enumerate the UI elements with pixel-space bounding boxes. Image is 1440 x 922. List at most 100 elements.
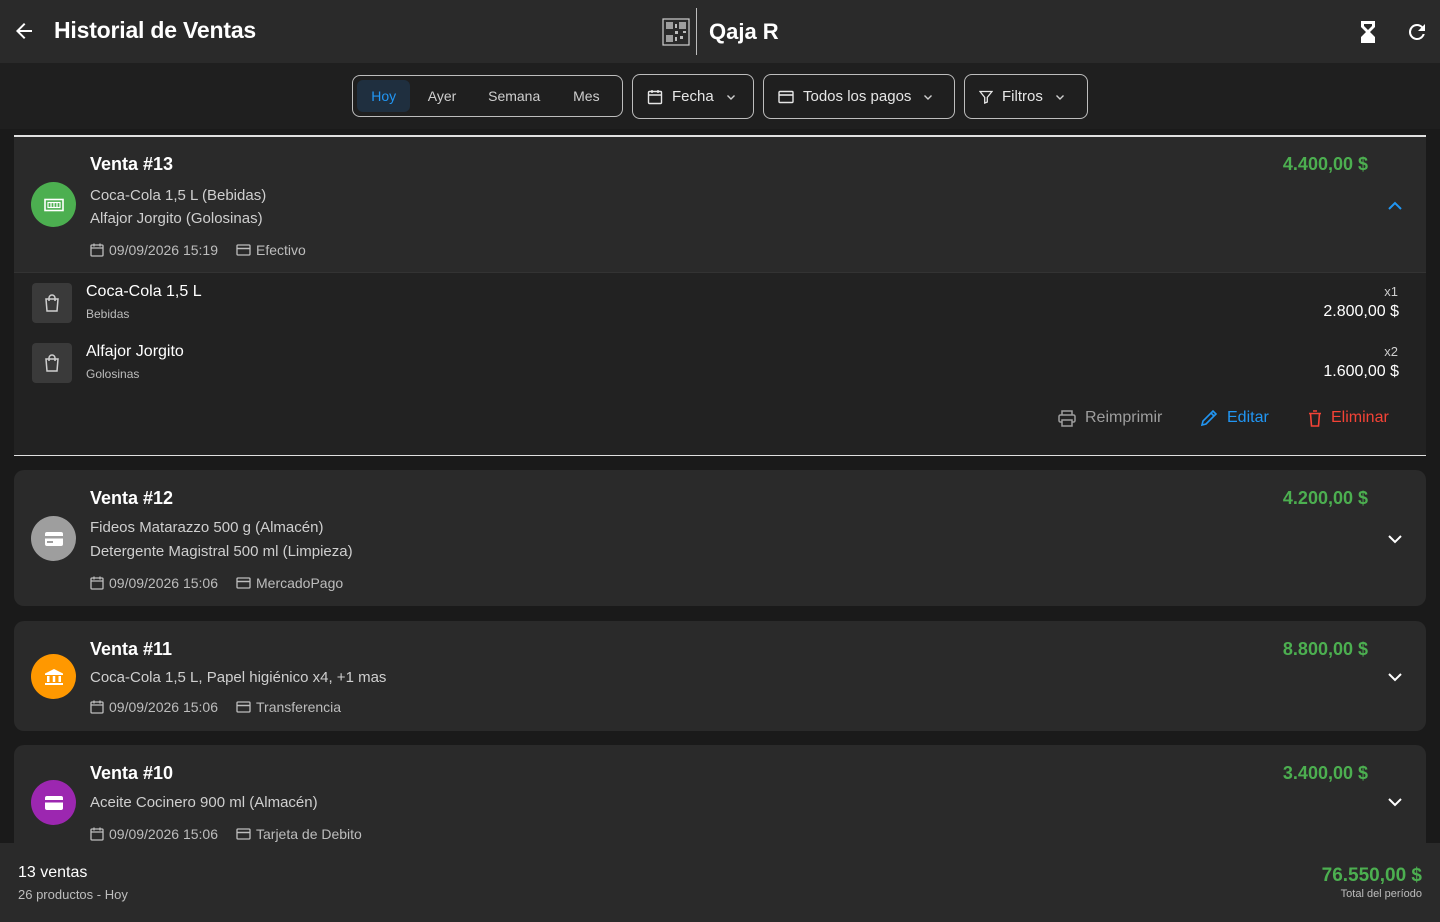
payment-avatar	[31, 780, 76, 825]
sale-meta: 09/09/2026 15:19 Efectivo	[90, 242, 306, 258]
item-quantity: x1	[1384, 284, 1398, 299]
sale-payment-method: MercadoPago	[256, 575, 344, 591]
sale-datetime: 09/09/2026 15:06	[109, 699, 218, 715]
expand-button[interactable]	[1382, 789, 1408, 815]
page-title: Historial de Ventas	[54, 17, 256, 43]
item-category: Golosinas	[86, 367, 140, 381]
card-icon	[236, 244, 251, 256]
sale-title: Venta #10	[90, 763, 174, 783]
payments-filter-label: Todos los pagos	[803, 88, 912, 105]
chevron-down-icon	[1388, 535, 1402, 544]
sale-item-line: Fideos Matarazzo 500 g (Almacén)	[90, 519, 324, 536]
filters-label: Filtros	[1002, 88, 1043, 105]
item-price: 2.800,00 $	[1323, 303, 1399, 320]
trash-icon	[1309, 409, 1321, 427]
sale-total: 4.200,00 $	[1282, 488, 1368, 508]
calendar-icon	[90, 243, 104, 257]
card-icon	[44, 531, 63, 546]
item-price: 1.600,00 $	[1323, 363, 1399, 380]
chevron-up-icon	[1388, 201, 1402, 210]
pencil-icon	[1200, 409, 1218, 427]
summary-bar: 13 ventas 26 productos - Hoy 76.550,00 $…	[0, 843, 1440, 922]
arrow-left-icon	[16, 23, 32, 39]
sale-item-line: Aceite Cocinero 900 ml (Almacén)	[90, 794, 318, 811]
card-icon	[236, 701, 251, 713]
refresh-icon	[1408, 23, 1425, 40]
sale-card[interactable]: Venta #11 Coca-Cola 1,5 L, Papel higiéni…	[14, 621, 1426, 731]
sale-meta: 09/09/2026 15:06 Transferencia	[90, 699, 341, 715]
sale-item-line: Coca-Cola 1,5 L (Bebidas)	[90, 187, 267, 204]
brand-divider	[696, 8, 697, 55]
sale-title: Venta #13	[90, 154, 174, 174]
period-selector: Hoy Ayer Semana Mes	[352, 75, 623, 117]
calendar-icon	[647, 89, 663, 104]
list-item: Alfajor Jorgito Golosinas x2 1.600,00 $	[14, 339, 1426, 389]
sales-count: 13 ventas	[18, 864, 88, 881]
payments-filter-button[interactable]: Todos los pagos	[763, 74, 955, 119]
funnel-icon	[979, 90, 993, 104]
refresh-button[interactable]	[1401, 16, 1433, 48]
credit-card-icon	[44, 795, 63, 810]
date-filter-button[interactable]: Fecha	[632, 74, 754, 119]
brand: Qaja R	[662, 8, 779, 55]
card-icon	[236, 828, 251, 840]
period-month[interactable]: Mes	[555, 80, 618, 112]
back-button[interactable]	[8, 15, 40, 47]
sale-item-line: Alfajor Jorgito (Golosinas)	[90, 210, 263, 227]
expand-button[interactable]	[1382, 664, 1408, 690]
calendar-icon	[90, 700, 104, 714]
shopping-bag-icon	[45, 354, 59, 372]
chevron-down-icon	[1388, 798, 1402, 807]
chevron-down-icon	[1388, 673, 1402, 682]
hourglass-icon	[1361, 21, 1375, 43]
card-icon	[778, 90, 794, 103]
list-item: Coca-Cola 1,5 L Bebidas x1 2.800,00 $	[14, 279, 1426, 329]
sale-payment-method: Transferencia	[256, 699, 342, 715]
sale-card[interactable]: Venta #13 Coca-Cola 1,5 L (Bebidas) Alfa…	[14, 135, 1426, 456]
edit-button[interactable]: Editar	[1200, 409, 1269, 427]
chevron-down-icon	[924, 94, 933, 100]
sale-datetime: 09/09/2026 15:06	[109, 575, 218, 591]
reprint-button[interactable]: Reimprimir	[1058, 409, 1162, 427]
period-week[interactable]: Semana	[474, 80, 555, 112]
sale-meta: 09/09/2026 15:06 MercadoPago	[90, 575, 343, 591]
period-yesterday[interactable]: Ayer	[410, 80, 473, 112]
period-total-label: Total del período	[1340, 888, 1422, 900]
sale-card[interactable]: Venta #10 Aceite Cocinero 900 ml (Almacé…	[14, 745, 1426, 843]
shopping-bag-icon	[45, 294, 59, 312]
brand-name: Qaja R	[709, 18, 779, 44]
sale-datetime: 09/09/2026 15:06	[109, 826, 218, 842]
collapse-button[interactable]	[1382, 193, 1408, 219]
edit-label: Editar	[1227, 409, 1269, 426]
chevron-down-icon	[726, 94, 735, 100]
filters-button[interactable]: Filtros	[964, 74, 1088, 119]
delete-label: Eliminar	[1331, 409, 1389, 426]
expand-button[interactable]	[1382, 526, 1408, 552]
sales-list: Venta #13 Coca-Cola 1,5 L (Bebidas) Alfa…	[0, 129, 1440, 843]
item-name: Alfajor Jorgito	[86, 343, 184, 360]
sale-card[interactable]: Venta #12 Fideos Matarazzo 500 g (Almacé…	[14, 470, 1426, 606]
payment-avatar	[31, 516, 76, 561]
sale-payment-method: Tarjeta de Debito	[256, 826, 362, 842]
payment-avatar	[31, 182, 76, 227]
printer-icon	[1058, 409, 1076, 427]
delete-button[interactable]: Eliminar	[1308, 409, 1389, 427]
chevron-down-icon	[1055, 94, 1064, 100]
app-bar: Historial de Ventas Qaja R	[0, 0, 1440, 63]
calendar-icon	[90, 827, 104, 841]
date-filter-label: Fecha	[672, 88, 714, 105]
bank-icon	[44, 668, 63, 685]
hourglass-button[interactable]	[1352, 16, 1384, 48]
sale-details: Coca-Cola 1,5 L Bebidas x1 2.800,00 $ Al…	[14, 272, 1426, 455]
item-name: Coca-Cola 1,5 L	[86, 283, 202, 300]
sale-meta: 09/09/2026 15:06 Tarjeta de Debito	[90, 826, 362, 842]
period-today[interactable]: Hoy	[357, 80, 411, 112]
item-quantity: x2	[1384, 344, 1398, 359]
card-icon	[236, 577, 251, 589]
products-summary: 26 productos - Hoy	[18, 887, 128, 902]
filter-bar: Hoy Ayer Semana Mes Fecha Todos los pago…	[0, 63, 1440, 129]
sale-title: Venta #11	[90, 639, 173, 659]
sale-title: Venta #12	[90, 488, 174, 508]
calendar-icon	[90, 576, 104, 590]
reprint-label: Reimprimir	[1085, 409, 1163, 426]
